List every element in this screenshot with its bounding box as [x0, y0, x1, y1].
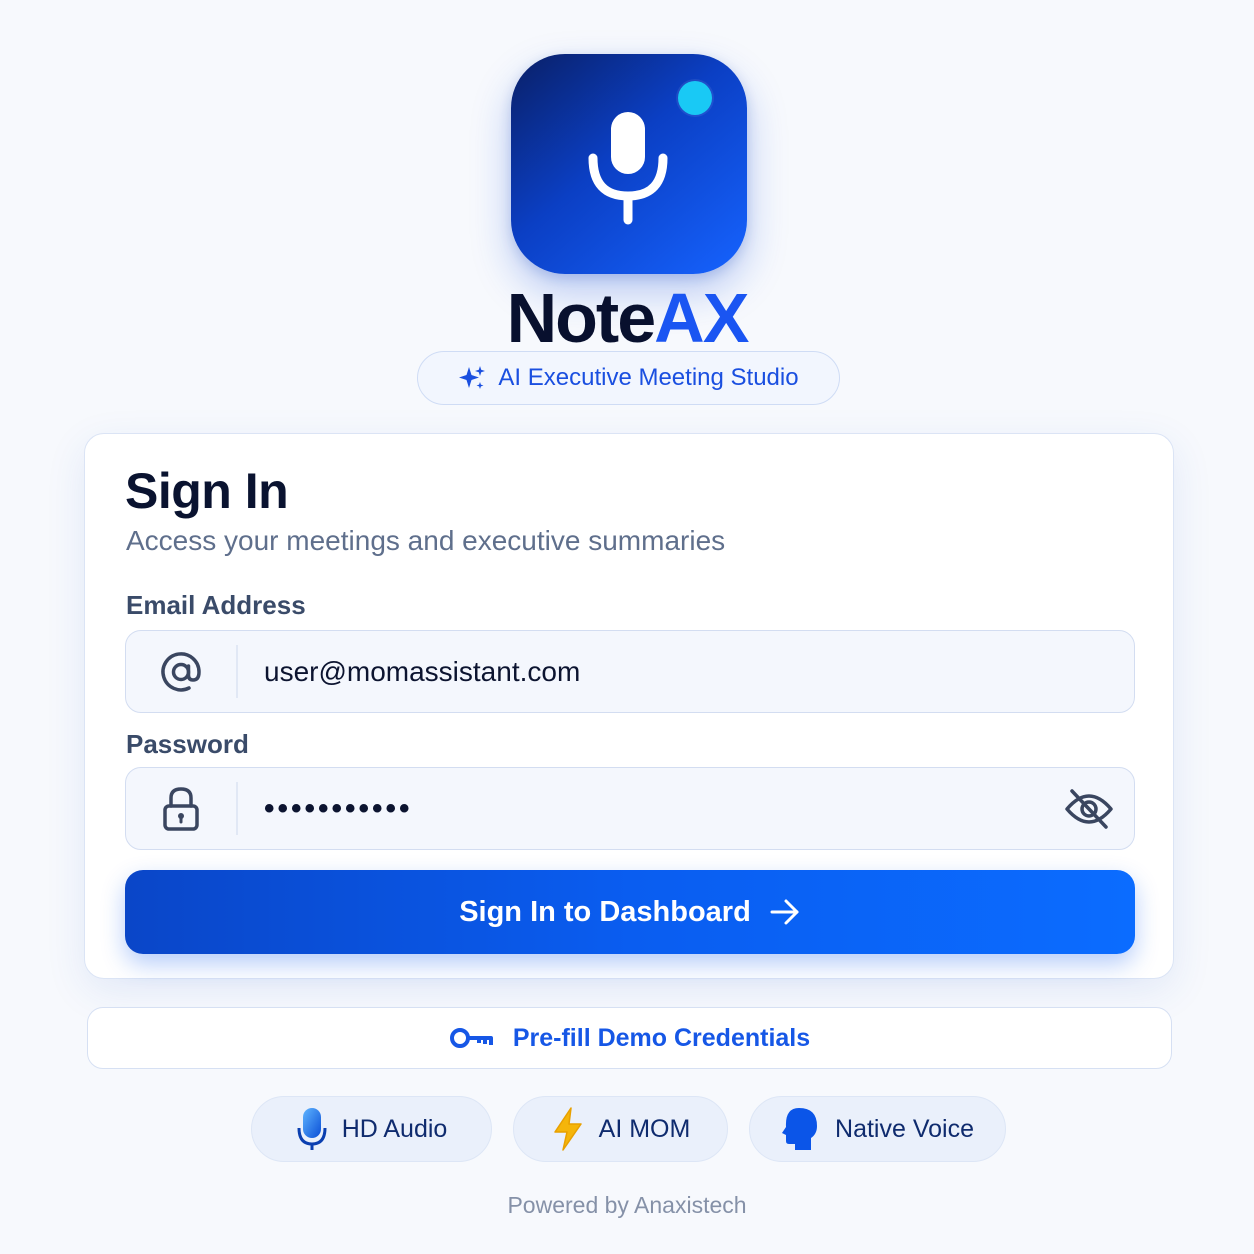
eye-off-icon[interactable]: [1064, 784, 1114, 834]
signin-title: Sign In: [125, 463, 289, 519]
feature-label: AI MOM: [598, 1114, 691, 1143]
at-icon: [126, 631, 236, 712]
email-field[interactable]: user@momassistant.com: [125, 630, 1135, 713]
brand-name-part1: Note: [506, 279, 657, 357]
signin-submit-button[interactable]: Sign In to Dashboard: [125, 870, 1135, 954]
feature-label: Native Voice: [835, 1114, 974, 1143]
feature-label: HD Audio: [341, 1114, 448, 1143]
sparkles-icon: [459, 366, 486, 389]
feature-chip-native-voice: Native Voice: [749, 1096, 1006, 1162]
prefill-demo-button[interactable]: Pre-fill Demo Credentials: [87, 1007, 1172, 1069]
feature-chip-hd-audio: HD Audio: [251, 1096, 492, 1162]
status-dot: [678, 81, 712, 115]
password-field-divider: [236, 782, 238, 835]
speaking-head-icon: [781, 1106, 821, 1152]
prefill-demo-label: Pre-fill Demo Credentials: [512, 1023, 811, 1052]
login-page: NoteAX AI Executive Meeting Studio Sign …: [0, 0, 1254, 1254]
password-label: Password: [126, 729, 249, 759]
powered-by-footer: Powered by Anaxistech: [507, 1192, 747, 1218]
signin-submit-label: Sign In to Dashboard: [459, 895, 751, 928]
email-field-divider: [236, 645, 238, 698]
microphone-icon: [296, 1106, 328, 1152]
feature-chip-ai-mom: AI MOM: [513, 1096, 728, 1162]
signin-subtitle: Access your meetings and executive summa…: [126, 525, 726, 556]
app-logo: [511, 54, 747, 274]
tagline-text: AI Executive Meeting Studio: [498, 364, 799, 391]
lock-icon: [126, 768, 236, 849]
arrow-right-icon: [770, 899, 799, 925]
password-field[interactable]: •••••••••••: [125, 767, 1135, 850]
tagline-badge: AI Executive Meeting Studio: [417, 351, 840, 405]
key-icon: [449, 1028, 493, 1048]
password-value[interactable]: •••••••••••: [264, 768, 413, 849]
brand-name: NoteAX: [0, 280, 1254, 356]
email-value[interactable]: user@momassistant.com: [264, 631, 580, 712]
lightning-icon: [551, 1106, 585, 1152]
email-label: Email Address: [126, 590, 306, 620]
microphone-icon: [588, 112, 668, 225]
brand-name-part2: AX: [654, 279, 749, 357]
signin-card: Sign In Access your meetings and executi…: [84, 433, 1174, 979]
